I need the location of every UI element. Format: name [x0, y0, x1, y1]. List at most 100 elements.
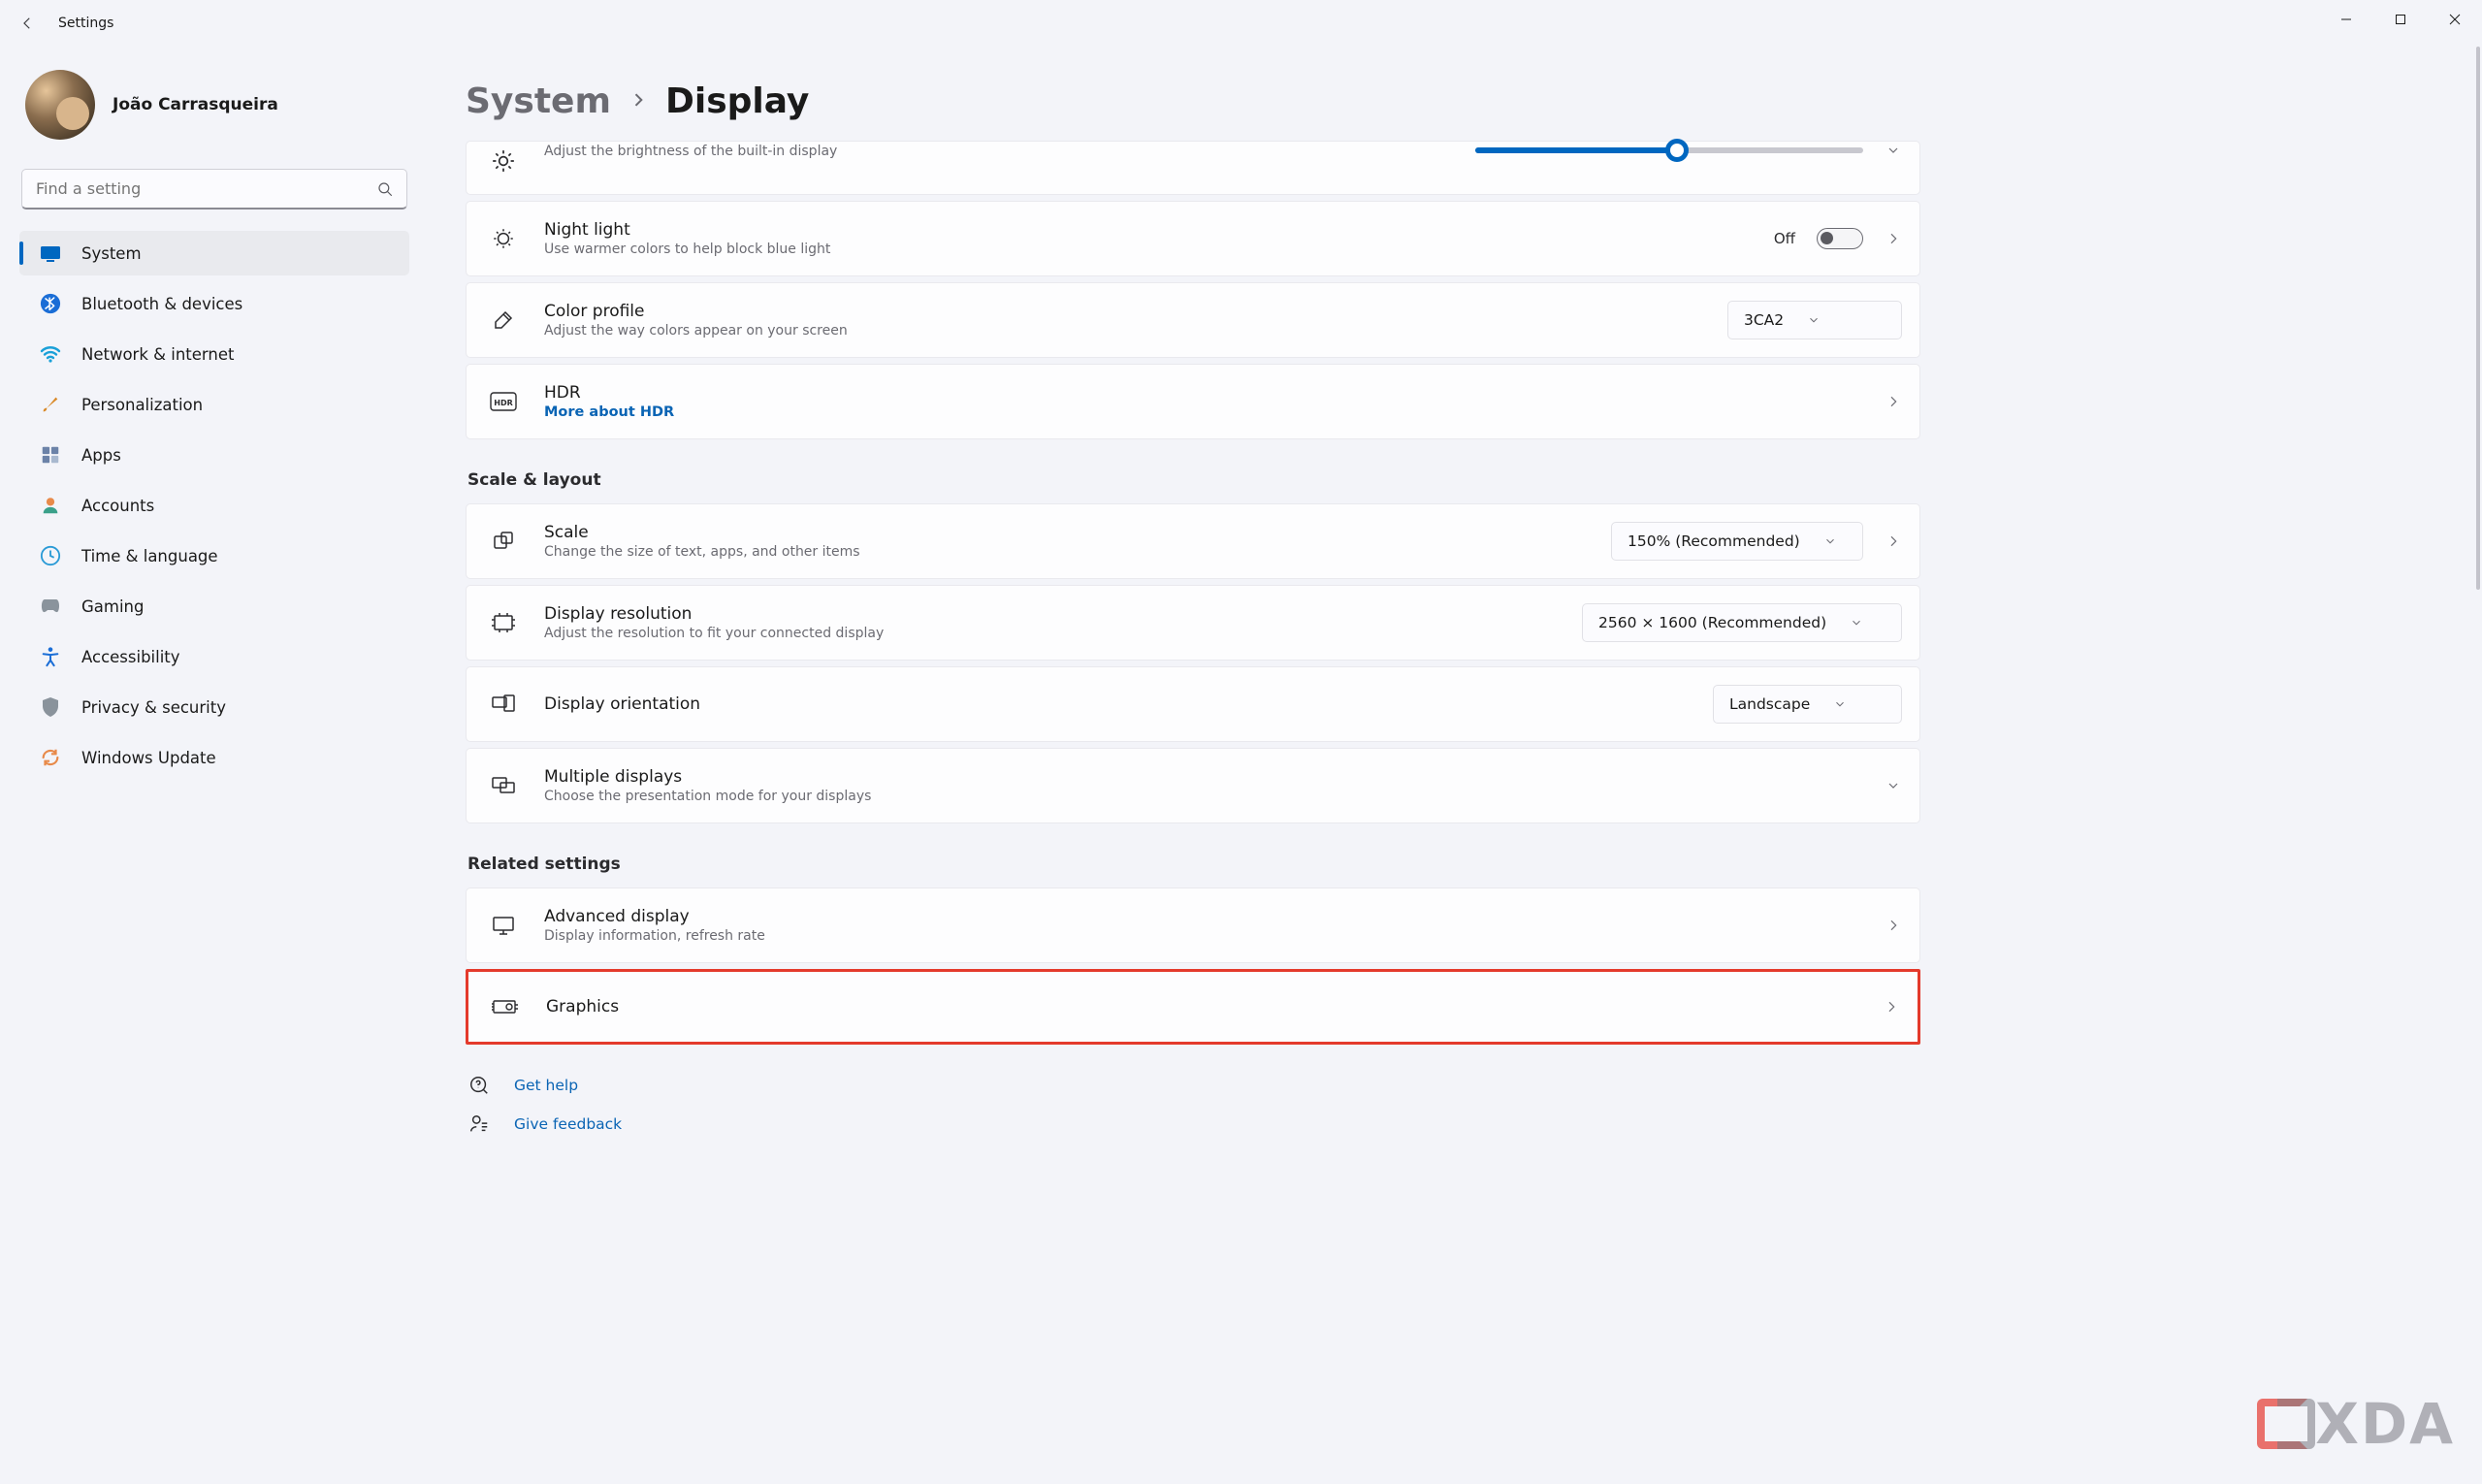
minimize-button[interactable] [2319, 0, 2373, 39]
user-block[interactable]: João Carrasqueira [19, 47, 409, 163]
multiple-displays-subtitle: Choose the presentation mode for your di… [544, 789, 1885, 804]
help-links: Get help Give feedback [466, 1074, 1920, 1136]
search-icon[interactable] [367, 169, 403, 210]
scale-title: Scale [544, 523, 1611, 542]
page-title: Display [665, 81, 809, 121]
chevron-down-icon [1823, 534, 1837, 548]
sidebar-item-privacy[interactable]: Privacy & security [19, 685, 409, 729]
chevron-down-icon [1850, 616, 1863, 629]
window-controls [2319, 0, 2482, 39]
brightness-subtitle: Adjust the brightness of the built-in di… [544, 144, 1475, 159]
get-help-link[interactable]: Get help [514, 1077, 578, 1094]
chevron-right-icon [629, 90, 648, 113]
graphics-title: Graphics [546, 997, 1883, 1016]
select-value: 3CA2 [1744, 311, 1784, 329]
resolution-title: Display resolution [544, 604, 1582, 624]
breadcrumb-parent[interactable]: System [466, 81, 611, 121]
card-hdr[interactable]: HDR HDR More about HDR [466, 364, 1920, 439]
sidebar: João Carrasqueira System Bluetooth & dev… [0, 47, 427, 1484]
sidebar-item-system[interactable]: System [19, 231, 409, 275]
hdr-more-link[interactable]: More about HDR [544, 404, 1885, 420]
card-graphics[interactable]: Graphics [466, 969, 1920, 1045]
section-scale-layout: Scale & layout [467, 470, 1920, 490]
resolution-select[interactable]: 2560 × 1600 (Recommended) [1582, 603, 1902, 642]
chevron-right-icon[interactable] [1883, 998, 1900, 1016]
sidebar-item-accessibility[interactable]: Accessibility [19, 634, 409, 679]
scale-subtitle: Change the size of text, apps, and other… [544, 544, 1611, 560]
card-color-profile[interactable]: Color profile Adjust the way colors appe… [466, 282, 1920, 358]
brush-icon [37, 391, 64, 418]
bluetooth-icon [37, 290, 64, 317]
scrollbar[interactable] [2476, 47, 2480, 590]
watermark: XDA [2257, 1391, 2455, 1457]
color-profile-select[interactable]: 3CA2 [1727, 301, 1902, 339]
night-light-icon [484, 219, 523, 258]
sidebar-item-label: System [81, 244, 142, 263]
orientation-select[interactable]: Landscape [1713, 685, 1902, 724]
select-value: Landscape [1729, 695, 1810, 713]
globe-clock-icon [37, 542, 64, 569]
chevron-down-icon[interactable] [1885, 142, 1902, 159]
titlebar: Settings [0, 0, 2482, 47]
chevron-down-icon[interactable] [1885, 777, 1902, 794]
back-button[interactable] [8, 4, 47, 43]
sidebar-item-gaming[interactable]: Gaming [19, 584, 409, 629]
chevron-right-icon[interactable] [1885, 230, 1902, 247]
update-icon [37, 744, 64, 771]
chevron-right-icon[interactable] [1885, 917, 1902, 934]
sidebar-item-label: Network & internet [81, 345, 234, 364]
hdr-icon: HDR [484, 382, 523, 421]
select-value: 2560 × 1600 (Recommended) [1598, 614, 1826, 631]
multiple-displays-icon [484, 766, 523, 805]
multiple-displays-title: Multiple displays [544, 767, 1885, 787]
monitor-icon [484, 906, 523, 945]
nav: System Bluetooth & devices Network & int… [19, 231, 409, 780]
night-light-state: Off [1774, 230, 1795, 247]
main-content: System Display Adjust the brightness of … [427, 47, 2482, 1484]
search-input[interactable] [21, 169, 407, 210]
sidebar-item-apps[interactable]: Apps [19, 433, 409, 477]
sidebar-item-label: Privacy & security [81, 698, 226, 717]
section-related: Related settings [467, 855, 1920, 874]
advanced-display-subtitle: Display information, refresh rate [544, 928, 1885, 944]
shield-icon [37, 694, 64, 721]
resolution-icon [484, 603, 523, 642]
give-feedback-link[interactable]: Give feedback [514, 1115, 622, 1133]
person-icon [37, 492, 64, 519]
card-scale[interactable]: Scale Change the size of text, apps, and… [466, 503, 1920, 579]
sidebar-item-bluetooth[interactable]: Bluetooth & devices [19, 281, 409, 326]
card-multiple-displays[interactable]: Multiple displays Choose the presentatio… [466, 748, 1920, 823]
maximize-button[interactable] [2373, 0, 2428, 39]
user-name: João Carrasqueira [113, 95, 278, 114]
sidebar-item-label: Time & language [81, 547, 218, 565]
night-light-toggle[interactable] [1817, 228, 1863, 249]
color-profile-title: Color profile [544, 302, 1727, 321]
card-orientation[interactable]: Display orientation Landscape [466, 666, 1920, 742]
scale-icon [484, 522, 523, 561]
pen-icon [484, 301, 523, 339]
get-help-row[interactable]: Get help [467, 1074, 1920, 1097]
advanced-display-title: Advanced display [544, 907, 1885, 926]
card-brightness[interactable]: Adjust the brightness of the built-in di… [466, 141, 1920, 195]
breadcrumb: System Display [466, 47, 1920, 141]
sidebar-item-label: Apps [81, 446, 121, 465]
close-button[interactable] [2428, 0, 2482, 39]
sidebar-item-windows-update[interactable]: Windows Update [19, 735, 409, 780]
brightness-icon [484, 142, 523, 180]
give-feedback-row[interactable]: Give feedback [467, 1113, 1920, 1136]
chevron-right-icon[interactable] [1885, 532, 1902, 550]
scale-select[interactable]: 150% (Recommended) [1611, 522, 1863, 561]
brightness-slider[interactable] [1475, 147, 1863, 153]
svg-text:HDR: HDR [494, 399, 513, 407]
card-advanced-display[interactable]: Advanced display Display information, re… [466, 887, 1920, 963]
sidebar-item-network[interactable]: Network & internet [19, 332, 409, 376]
sidebar-item-label: Bluetooth & devices [81, 295, 242, 313]
sidebar-item-accounts[interactable]: Accounts [19, 483, 409, 528]
sidebar-item-personalization[interactable]: Personalization [19, 382, 409, 427]
card-resolution[interactable]: Display resolution Adjust the resolution… [466, 585, 1920, 661]
card-night-light[interactable]: Night light Use warmer colors to help bl… [466, 201, 1920, 276]
chevron-right-icon[interactable] [1885, 393, 1902, 410]
sidebar-item-time-language[interactable]: Time & language [19, 533, 409, 578]
gamepad-icon [37, 593, 64, 620]
system-icon [37, 240, 64, 267]
